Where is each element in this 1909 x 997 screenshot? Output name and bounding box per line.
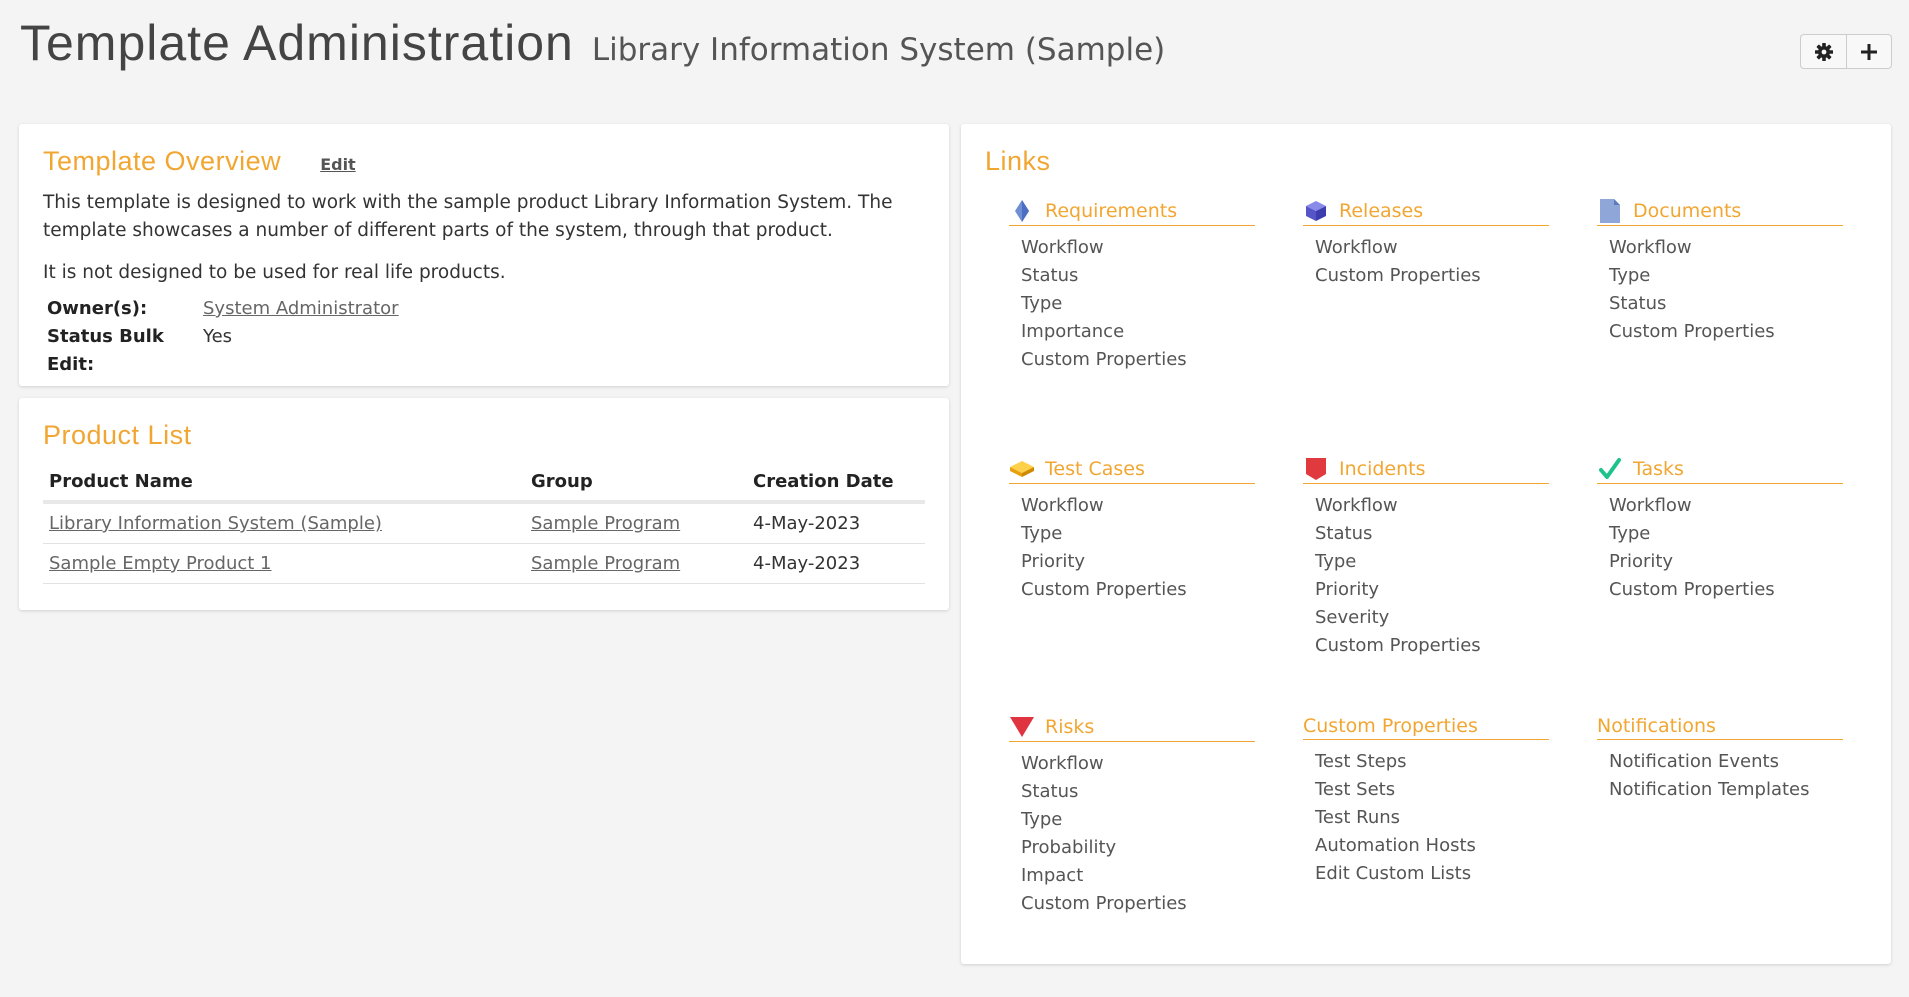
link-custom-properties[interactable]: Custom Properties bbox=[1609, 576, 1891, 604]
link-type[interactable]: Type bbox=[1609, 262, 1891, 290]
product-list-panel: Product List Product Name Group Creation… bbox=[19, 398, 949, 610]
product-group-link[interactable]: Sample Program bbox=[525, 543, 747, 584]
link-custom-properties[interactable]: Custom Properties bbox=[1315, 262, 1597, 290]
bulk-edit-label: Status Bulk Edit: bbox=[47, 326, 164, 375]
link-priority[interactable]: Priority bbox=[1021, 548, 1303, 576]
overview-note: It is not designed to be used for real l… bbox=[43, 262, 506, 283]
product-creation-date: 4-May-2023 bbox=[747, 502, 925, 544]
plus-icon bbox=[1861, 43, 1877, 60]
overview-description: This template is designed to work with t… bbox=[43, 192, 893, 241]
page-subtitle: Library Information System (Sample) bbox=[591, 32, 1166, 68]
page-title: Template Administration bbox=[20, 15, 574, 71]
links-section-tasks: Tasks Workflow Type Priority Custom Prop… bbox=[1597, 457, 1891, 715]
link-status[interactable]: Status bbox=[1021, 778, 1303, 806]
link-test-steps[interactable]: Test Steps bbox=[1315, 748, 1597, 776]
product-group-link[interactable]: Sample Program bbox=[525, 502, 747, 544]
link-custom-properties[interactable]: Custom Properties bbox=[1021, 346, 1303, 374]
links-grid: Requirements Workflow Status Type Import… bbox=[1009, 199, 1867, 945]
link-custom-properties[interactable]: Custom Properties bbox=[1021, 576, 1303, 604]
owner-link[interactable]: System Administrator bbox=[203, 295, 399, 323]
link-test-runs[interactable]: Test Runs bbox=[1315, 804, 1597, 832]
table-row: Sample Empty Product 1 Sample Program 4-… bbox=[43, 543, 925, 584]
links-section-custom-properties: Custom Properties Test Steps Test Sets T… bbox=[1303, 715, 1597, 945]
links-section-releases: Releases Workflow Custom Properties bbox=[1303, 199, 1597, 457]
test-case-icon bbox=[1009, 457, 1035, 481]
link-test-sets[interactable]: Test Sets bbox=[1315, 776, 1597, 804]
column-header-creation-date: Creation Date bbox=[747, 463, 925, 504]
link-priority[interactable]: Priority bbox=[1315, 576, 1597, 604]
task-check-icon bbox=[1597, 457, 1623, 481]
links-section-title[interactable]: Requirements bbox=[1045, 200, 1177, 222]
product-list-title: Product List bbox=[43, 420, 192, 450]
link-workflow[interactable]: Workflow bbox=[1609, 234, 1891, 262]
link-edit-custom-lists[interactable]: Edit Custom Lists bbox=[1315, 860, 1597, 888]
links-section-title[interactable]: Test Cases bbox=[1045, 458, 1145, 480]
link-impact[interactable]: Impact bbox=[1021, 862, 1303, 890]
product-name-link[interactable]: Library Information System (Sample) bbox=[43, 502, 525, 544]
header-toolbar bbox=[1800, 34, 1892, 69]
links-section-test-cases: Test Cases Workflow Type Priority Custom… bbox=[1009, 457, 1303, 715]
add-button[interactable] bbox=[1846, 34, 1892, 69]
owner-label: Owner(s): bbox=[47, 298, 148, 319]
link-type[interactable]: Type bbox=[1021, 520, 1303, 548]
link-workflow[interactable]: Workflow bbox=[1021, 750, 1303, 778]
links-title: Links bbox=[985, 146, 1051, 176]
links-section-title[interactable]: Notifications bbox=[1597, 715, 1716, 737]
links-panel: Links Requirements Workflow Status Type … bbox=[961, 124, 1891, 964]
links-section-title[interactable]: Incidents bbox=[1339, 458, 1426, 480]
links-section-incidents: Incidents Workflow Status Type Priority … bbox=[1303, 457, 1597, 715]
link-notification-templates[interactable]: Notification Templates bbox=[1609, 776, 1891, 804]
product-table: Product Name Group Creation Date Library… bbox=[43, 463, 925, 584]
links-section-notifications: Notifications Notification Events Notifi… bbox=[1597, 715, 1891, 945]
links-section-title[interactable]: Custom Properties bbox=[1303, 715, 1478, 737]
column-header-product-name: Product Name bbox=[43, 463, 525, 504]
link-type[interactable]: Type bbox=[1315, 548, 1597, 576]
link-custom-properties[interactable]: Custom Properties bbox=[1315, 632, 1597, 660]
link-automation-hosts[interactable]: Automation Hosts bbox=[1315, 832, 1597, 860]
link-priority[interactable]: Priority bbox=[1609, 548, 1891, 576]
page-header: Template Administration Library Informat… bbox=[20, 14, 1165, 72]
link-type[interactable]: Type bbox=[1021, 290, 1303, 318]
template-overview-panel: Template Overview Edit This template is … bbox=[19, 124, 949, 386]
links-section-title[interactable]: Tasks bbox=[1633, 458, 1684, 480]
link-custom-properties[interactable]: Custom Properties bbox=[1021, 890, 1303, 918]
link-workflow[interactable]: Workflow bbox=[1315, 234, 1597, 262]
link-notification-events[interactable]: Notification Events bbox=[1609, 748, 1891, 776]
link-probability[interactable]: Probability bbox=[1021, 834, 1303, 862]
release-cube-icon bbox=[1303, 199, 1329, 223]
owner-row: Owner(s): System Administrator bbox=[43, 295, 925, 323]
document-icon bbox=[1597, 199, 1623, 223]
links-section-documents: Documents Workflow Type Status Custom Pr… bbox=[1597, 199, 1891, 457]
overview-title: Template Overview bbox=[43, 146, 282, 176]
incident-icon bbox=[1303, 457, 1329, 481]
edit-link[interactable]: Edit bbox=[320, 155, 356, 174]
bulk-edit-value: Yes bbox=[203, 326, 233, 347]
requirement-diamond-icon bbox=[1009, 199, 1035, 223]
gear-icon bbox=[1814, 42, 1833, 61]
risk-triangle-icon bbox=[1009, 715, 1035, 739]
column-header-group: Group bbox=[525, 463, 747, 504]
links-section-title[interactable]: Documents bbox=[1633, 200, 1741, 222]
link-workflow[interactable]: Workflow bbox=[1021, 492, 1303, 520]
link-type[interactable]: Type bbox=[1021, 806, 1303, 834]
links-section-title[interactable]: Releases bbox=[1339, 200, 1423, 222]
links-section-risks: Risks Workflow Status Type Probability I… bbox=[1009, 715, 1303, 945]
product-creation-date: 4-May-2023 bbox=[747, 543, 925, 584]
settings-button[interactable] bbox=[1800, 34, 1846, 69]
product-name-link[interactable]: Sample Empty Product 1 bbox=[43, 543, 525, 584]
links-section-title[interactable]: Risks bbox=[1045, 716, 1094, 738]
link-workflow[interactable]: Workflow bbox=[1609, 492, 1891, 520]
links-section-requirements: Requirements Workflow Status Type Import… bbox=[1009, 199, 1303, 457]
link-importance[interactable]: Importance bbox=[1021, 318, 1303, 346]
link-workflow[interactable]: Workflow bbox=[1021, 234, 1303, 262]
table-row: Library Information System (Sample) Samp… bbox=[43, 502, 925, 544]
link-custom-properties[interactable]: Custom Properties bbox=[1609, 318, 1891, 346]
link-workflow[interactable]: Workflow bbox=[1315, 492, 1597, 520]
link-severity[interactable]: Severity bbox=[1315, 604, 1597, 632]
bulk-edit-row: Status Bulk Edit: Yes bbox=[43, 323, 925, 379]
link-status[interactable]: Status bbox=[1021, 262, 1303, 290]
link-type[interactable]: Type bbox=[1609, 520, 1891, 548]
link-status[interactable]: Status bbox=[1609, 290, 1891, 318]
link-status[interactable]: Status bbox=[1315, 520, 1597, 548]
